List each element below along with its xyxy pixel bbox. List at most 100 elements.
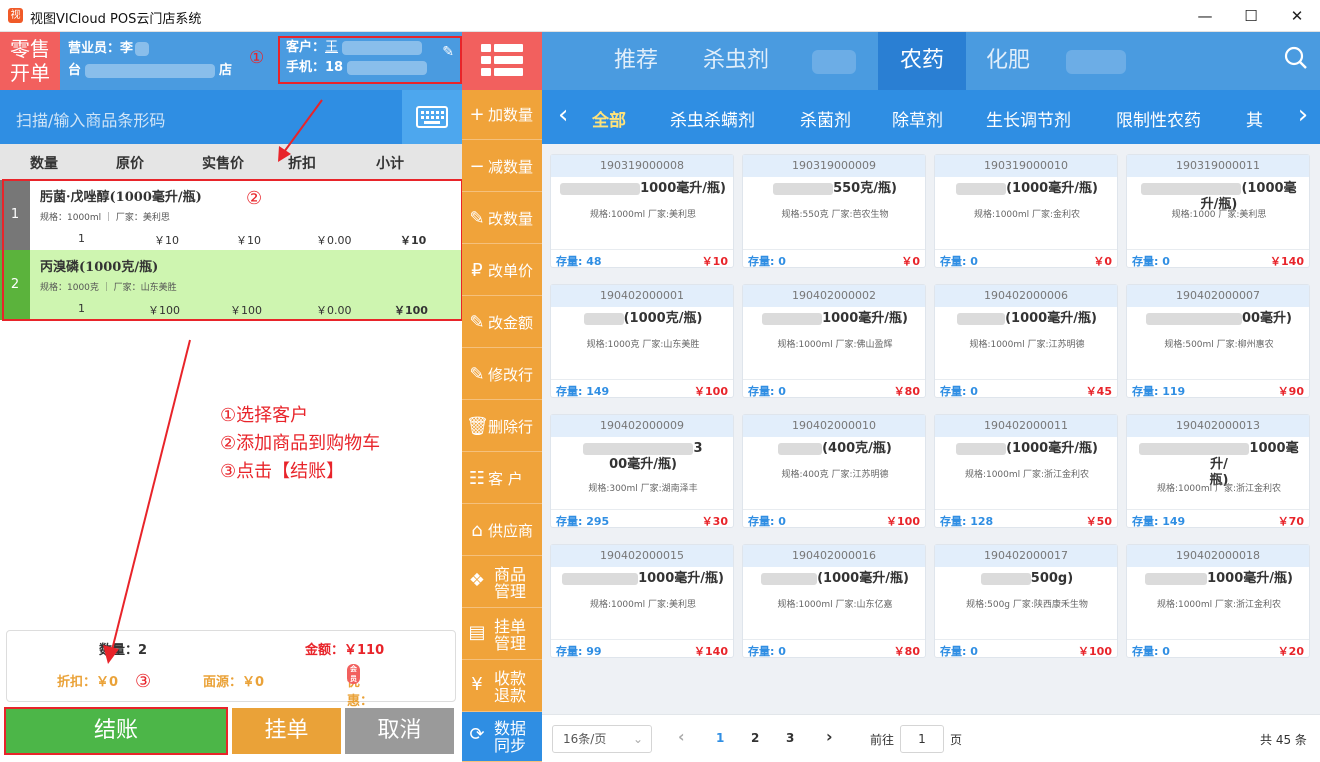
edit-customer-icon[interactable]: ✎ xyxy=(442,42,454,62)
product-spec: 规格:1000ml 厂家:浙江金利农 xyxy=(1156,484,1282,494)
item-name: 丙溴磷(1000克/瓶) xyxy=(40,260,159,275)
product-card[interactable]: 190402000013 1000毫升/ 瓶) 规格:1000ml 厂家:浙江金利农… xyxy=(1126,414,1310,528)
product-card[interactable]: 190319000010 (1000毫升/瓶) 规格:1000ml 厂家:金利农 存量… xyxy=(934,154,1118,268)
toolbar-item-1[interactable]: − 减数量 xyxy=(462,142,542,192)
keyboard-icon[interactable] xyxy=(402,90,462,144)
toolbar-icon: ⟳ xyxy=(469,724,485,745)
customer-box[interactable]: 客户：王 手机：18 ✎ xyxy=(278,36,462,84)
subtab-herbicide[interactable]: 除草剂 xyxy=(892,106,943,131)
toolbar-item-9[interactable]: ❖ 商品 管理 xyxy=(462,558,542,608)
product-card[interactable]: 190319000008 1000毫升/瓶) 规格:1000ml 厂家:美利思 存量:… xyxy=(550,154,734,268)
checkout-button[interactable]: 结账 xyxy=(4,707,228,755)
product-card[interactable]: 190402000017 500g) 规格:500g 厂家:陕西康禾生物 存量: 0 ￥… xyxy=(934,544,1118,658)
tab-fertilizer[interactable]: 化肥 xyxy=(966,32,1050,90)
subtab-all[interactable]: 全部 xyxy=(592,106,626,131)
product-code: 190402000010 xyxy=(743,415,925,437)
product-card[interactable]: 190402000011 (1000毫升/瓶) 规格:1000ml 厂家:浙江金利农… xyxy=(934,414,1118,528)
product-card[interactable]: 190319000011 (1000毫升/瓶) 规格:1000 厂家:美利思 存量: … xyxy=(1126,154,1310,268)
product-spec: 规格:500g 厂家:陕西康禾生物 xyxy=(966,600,1088,610)
subtab-other[interactable]: 其 xyxy=(1246,106,1263,131)
product-card[interactable]: 190402000007 00毫升) 规格:500ml 厂家:柳州惠农 存量: 119… xyxy=(1126,284,1310,398)
product-name-wrap: (1000毫升/瓶) xyxy=(941,311,1113,327)
card-divider xyxy=(1127,249,1309,250)
page-size-select[interactable]: 16条/页 ⌄ xyxy=(552,725,652,753)
cancel-button[interactable]: 取消 xyxy=(345,708,454,754)
toolbar-item-0[interactable]: + 加数量 xyxy=(462,90,542,140)
toolbar-label: 数据 同步 xyxy=(493,719,526,755)
prev-page-button[interactable]: ‹ xyxy=(678,727,685,746)
cart-row[interactable]: 1 肟菌·戊唑醇(1000毫升/瓶) 规格：1000ml ｜ 厂家：美利思 1 … xyxy=(0,180,462,250)
page-3[interactable]: 3 xyxy=(786,731,794,745)
product-card[interactable]: 190402000015 1000毫升/瓶) 规格:1000ml 厂家:美利思 存量:… xyxy=(550,544,734,658)
chevron-left-icon[interactable]: ‹ xyxy=(558,100,568,130)
product-card[interactable]: 190402000001 (1000克/瓶) 规格:1000克 厂家:山东美胜 存量:… xyxy=(550,284,734,398)
toolbar-item-3[interactable]: ₽ 改单价 xyxy=(462,246,542,296)
tab-pesticide[interactable]: 农药 xyxy=(878,32,966,90)
product-card[interactable]: 190402000016 (1000毫升/瓶) 规格:1000ml 厂家:山东亿嘉存… xyxy=(742,544,926,658)
toolbar-item-11[interactable]: ¥ 收款 退款 xyxy=(462,662,542,712)
item-sale: ￥100 xyxy=(230,304,262,317)
toolbar-icon: ❖ xyxy=(468,570,486,591)
product-card[interactable]: 190402000018 1000毫升/瓶) 规格:1000ml 厂家:浙江金利农存… xyxy=(1126,544,1310,658)
toolbar-item-5[interactable]: ✎ 修改行 xyxy=(462,350,542,400)
product-card[interactable]: 190319000009 550克/瓶) 规格:550克 厂家:芭农生物 存量: 0 ￥… xyxy=(742,154,926,268)
product-spec: 规格:1000ml 厂家:江苏明德 xyxy=(969,340,1085,350)
page-1[interactable]: 1 xyxy=(716,731,724,745)
goto-page-input[interactable]: 1 xyxy=(900,725,944,753)
card-divider xyxy=(743,509,925,510)
hold-order-button[interactable]: 挂单 xyxy=(232,708,341,754)
barcode-input[interactable]: 扫描/输入商品条形码 xyxy=(16,107,165,131)
product-name-wrap: (1000毫升/瓶) xyxy=(941,441,1113,457)
staff-info: 营业员：李 台 店 xyxy=(68,38,232,82)
toolbar-item-12[interactable]: ⟳ 数据 同步 xyxy=(462,712,542,762)
card-divider xyxy=(935,639,1117,640)
tab-insecticide[interactable]: 杀虫剂 xyxy=(686,32,786,90)
page-2[interactable]: 2 xyxy=(751,731,759,745)
product-name: 1000毫升/瓶) xyxy=(638,571,724,586)
redacted-block xyxy=(957,312,1006,325)
store-prefix: 台 xyxy=(68,63,82,78)
product-name-wrap: 1000毫升/瓶) xyxy=(1133,571,1305,587)
subtab-insect-mite[interactable]: 杀虫杀螨剂 xyxy=(670,106,755,131)
toolbar-item-10[interactable]: ▤ 挂单 管理 xyxy=(462,610,542,660)
product-price: ￥80 xyxy=(893,645,920,658)
subtab-restricted[interactable]: 限制性农药 xyxy=(1116,106,1201,131)
annotation-3: ③ xyxy=(135,671,152,692)
product-code: 190402000018 xyxy=(1127,545,1309,567)
toolbar-item-2[interactable]: ✎ 改数量 xyxy=(462,194,542,244)
card-divider xyxy=(1127,509,1309,510)
product-stock: 存量: 128 xyxy=(940,515,994,528)
product-card[interactable]: 190402000002 1000毫升/瓶) 规格:1000ml 厂家:佛山盈辉 存量… xyxy=(742,284,926,398)
toolbar-item-7[interactable]: ☷ 客 户 xyxy=(462,454,542,504)
product-spec: 规格:1000ml 厂家:美利思 xyxy=(589,210,697,220)
cart-row[interactable]: 2 丙溴磷(1000克/瓶) 规格：1000克 ｜ 厂家：山东美胜 1 ￥100… xyxy=(0,250,462,320)
chevron-right-icon[interactable]: › xyxy=(1286,100,1320,130)
close-button[interactable]: ✕ xyxy=(1274,0,1320,32)
menu-icon[interactable] xyxy=(462,32,542,90)
phone-label: 手机： xyxy=(286,60,326,75)
product-price: ￥20 xyxy=(1277,645,1304,658)
toolbar-icon: + xyxy=(469,104,485,125)
toolbar-item-8[interactable]: ⌂ 供应商 xyxy=(462,506,542,556)
summary-discount: 折扣：￥0 xyxy=(57,675,119,690)
product-code: 190319000009 xyxy=(743,155,925,177)
minimize-button[interactable]: — xyxy=(1182,0,1228,32)
toolbar-icon: ✎ xyxy=(469,364,485,385)
product-card[interactable]: 190402000006 (1000毫升/瓶) 规格:1000ml 厂家:江苏明德存… xyxy=(934,284,1118,398)
product-spec: 规格:300ml 厂家:湖南泽丰 xyxy=(588,484,698,494)
tab-recommend[interactable]: 推荐 xyxy=(594,32,678,90)
product-card[interactable]: 190402000009 3 00毫升/瓶) 规格:300ml 厂家:湖南泽丰 存量:… xyxy=(550,414,734,528)
order-summary: 数量：2 金额：￥110 折扣：￥0 ③ 面源：￥0 优惠：￥0会员 xyxy=(6,630,456,728)
toolbar-item-6[interactable]: 🗑删除行 xyxy=(462,402,542,452)
product-price: ￥45 xyxy=(1085,385,1112,398)
product-name: 550克/瓶) xyxy=(833,181,897,196)
product-name-wrap: 1000毫升/瓶) xyxy=(557,181,729,197)
subtab-fungicide[interactable]: 杀菌剂 xyxy=(800,106,851,131)
total-count: 共 45 条 xyxy=(1260,733,1307,747)
product-card[interactable]: 190402000010 (400克/瓶) 规格:400克 厂家:江苏明德 存量: 0… xyxy=(742,414,926,528)
subtab-growth-regulator[interactable]: 生长调节剂 xyxy=(986,106,1071,131)
search-icon[interactable] xyxy=(1284,46,1308,76)
toolbar-item-4[interactable]: ✎ 改金额 xyxy=(462,298,542,348)
maximize-button[interactable]: ☐ xyxy=(1228,0,1274,32)
next-page-button[interactable]: › xyxy=(826,727,833,746)
